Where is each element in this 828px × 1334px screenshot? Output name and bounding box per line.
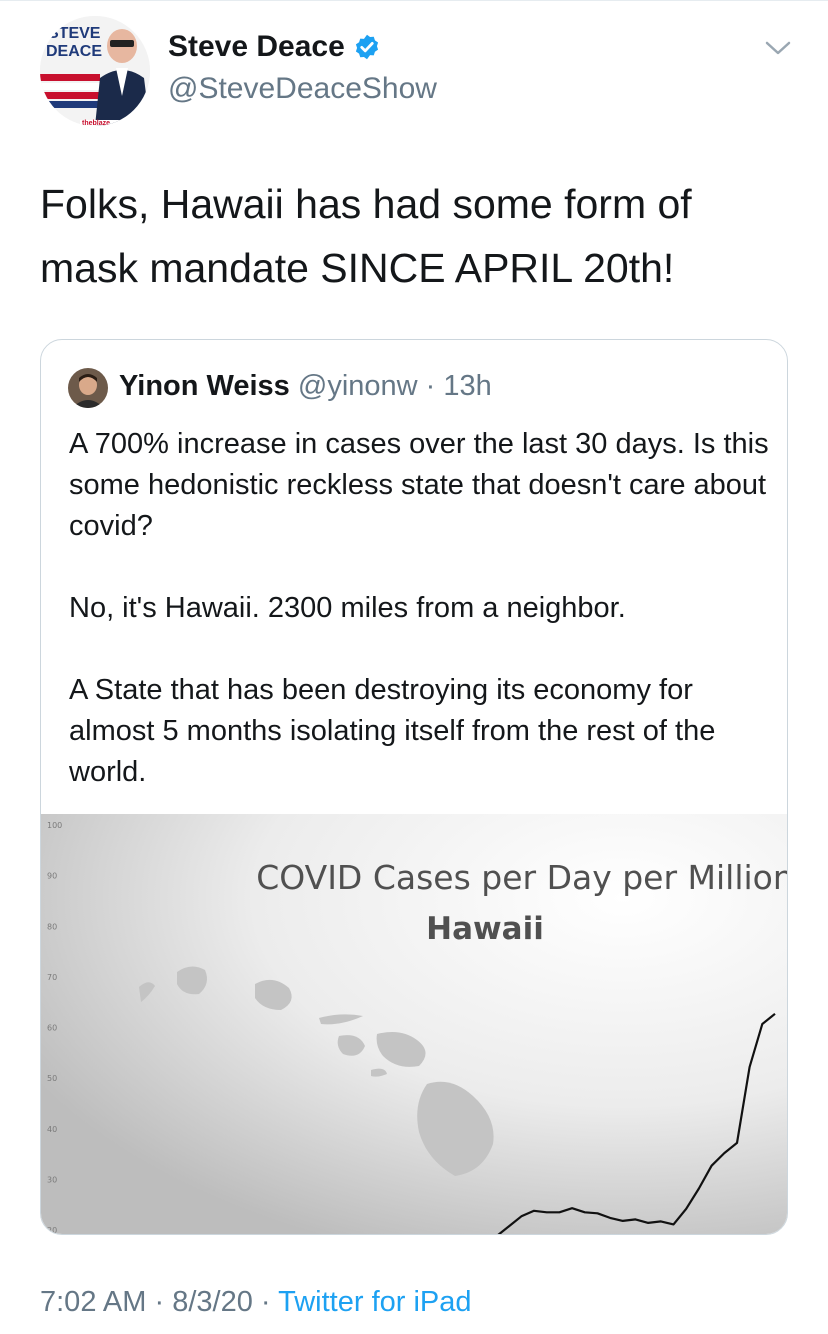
meta-separator-1: · (154, 1286, 165, 1318)
y-tick-label: 20 (47, 1226, 57, 1234)
quoted-author-handle[interactable]: @yinonw (298, 370, 418, 402)
quoted-tweet-card[interactable]: Yinon Weiss @yinonw · 13h A 700% increas… (40, 339, 788, 1235)
quoted-paragraph-3: A State that has been destroying its eco… (69, 674, 716, 788)
covid-chart: 100 90 80 70 60 50 40 30 20 COVID Cases per Day … (41, 814, 787, 1234)
author-handle[interactable]: @SteveDeaceShow (168, 72, 437, 106)
meta-separator-2: · (260, 1286, 271, 1318)
y-tick-label: 90 (47, 872, 57, 881)
quoted-paragraph-1: A 700% increase in cases over the last 3… (69, 428, 769, 542)
avatar-text-line2: DEACE (46, 43, 102, 60)
author-name-row: Steve Deace (168, 30, 381, 64)
avatar-brand: theblaze (82, 120, 110, 126)
chevron-down-icon[interactable] (764, 38, 792, 58)
tweet-meta: 7:02 AM · 8/3/20 · Twitter for iPad (40, 1286, 472, 1319)
y-tick-label: 50 (47, 1074, 57, 1083)
y-tick-label: 80 (47, 922, 57, 931)
quoted-avatar-image (68, 368, 108, 408)
quoted-header: Yinon Weiss @yinonw · 13h (119, 370, 492, 403)
y-tick-label: 30 (47, 1175, 57, 1184)
y-tick-label: 100 (47, 821, 62, 830)
verified-badge-icon (355, 34, 378, 60)
quoted-author-name[interactable]: Yinon Weiss (119, 370, 290, 402)
tweet-source-link[interactable]: Twitter for iPad (278, 1286, 471, 1318)
chart-title: COVID Cases per Day per Million (256, 858, 787, 897)
top-divider (0, 0, 828, 1)
avatar-text-line1: STEVE (48, 25, 101, 42)
y-tick-label: 70 (47, 973, 57, 982)
quoted-tweet-text: A 700% increase in cases over the last 3… (69, 424, 769, 793)
tweet-text: Folks, Hawaii has had some form of mask … (40, 181, 692, 291)
quoted-time[interactable]: 13h (443, 370, 491, 402)
author-name[interactable]: Steve Deace (168, 30, 345, 64)
chart-image[interactable]: 100 90 80 70 60 50 40 30 20 COVID Cases per Day … (41, 814, 787, 1234)
quoted-author-avatar[interactable] (68, 368, 108, 408)
y-tick-label: 40 (47, 1125, 57, 1134)
chart-subtitle: Hawaii (426, 911, 544, 947)
quoted-separator: · (425, 370, 436, 402)
author-avatar[interactable]: STEVE DEACE theblaze (40, 16, 150, 126)
y-tick-label: 60 (47, 1024, 57, 1033)
avatar-image: STEVE DEACE theblaze (40, 16, 150, 126)
quoted-paragraph-2: No, it's Hawaii. 2300 miles from a neigh… (69, 592, 626, 624)
tweet-date[interactable]: 8/3/20 (172, 1286, 253, 1318)
tweet-time[interactable]: 7:02 AM (40, 1286, 146, 1318)
